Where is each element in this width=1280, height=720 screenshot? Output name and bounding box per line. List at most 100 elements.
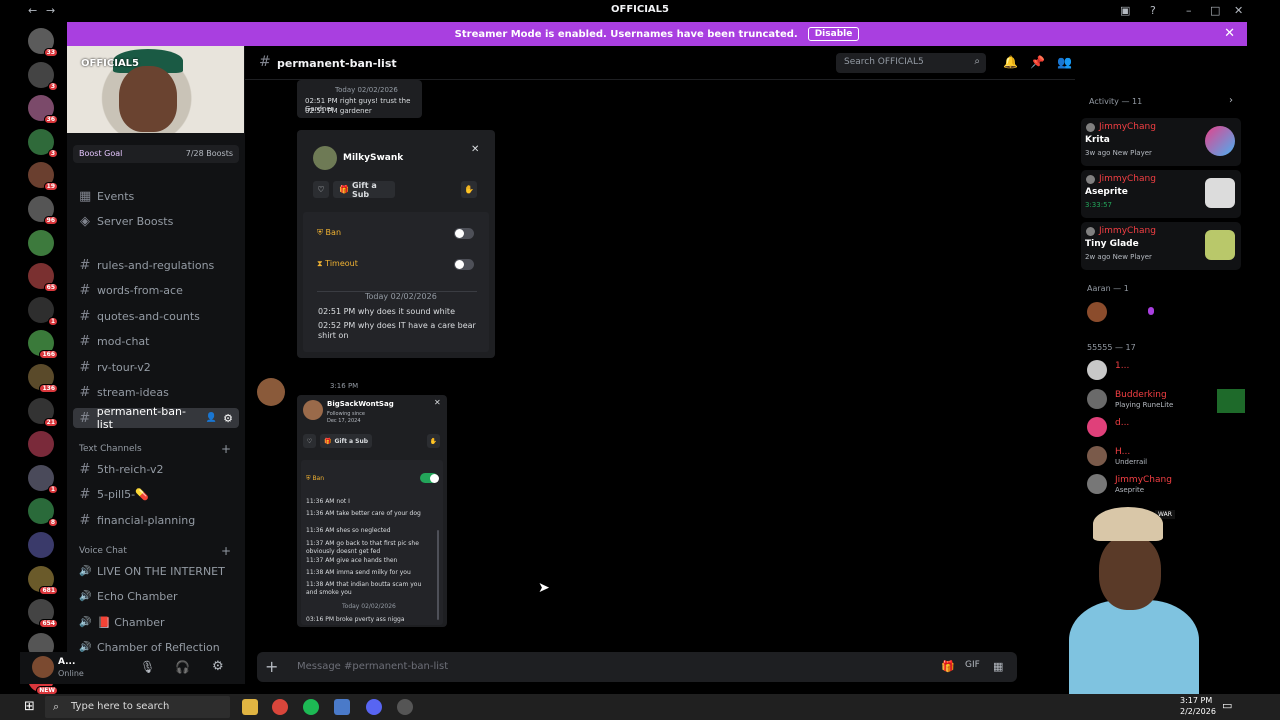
channel-text[interactable]: #5-pill5-💊 (79, 485, 239, 505)
member-row[interactable]: 1... (1087, 360, 1237, 382)
server-name[interactable]: OFFICIAL5 (81, 58, 139, 69)
channel-words-from-ace[interactable]: # words-from-ace (79, 281, 239, 301)
inbox-icon[interactable]: ▣ (1120, 4, 1130, 17)
activity-card[interactable]: JimmyChang Tiny Glade 2w ago New Player (1081, 222, 1241, 270)
category-text-channels[interactable]: Text Channels + (79, 442, 231, 456)
server-icon[interactable]: 166 (28, 330, 58, 360)
headphones-icon[interactable]: 🎧 (175, 660, 190, 674)
server-icon[interactable] (28, 431, 54, 458)
server-icon[interactable]: 1 (28, 464, 58, 494)
member-row[interactable]: Budderking Playing RuneLite (1087, 388, 1245, 413)
gift-sub-button[interactable]: 🎁 Gift a Sub (333, 180, 395, 199)
server-icon[interactable]: 65 (28, 263, 58, 293)
channel-rv-tour-v2[interactable]: # rv-tour-v2 (79, 357, 239, 377)
sidebar-item-events[interactable]: ▦ Events (79, 186, 239, 206)
hand-icon[interactable]: ✋ (461, 181, 477, 198)
maximize-icon[interactable]: □ (1210, 4, 1220, 17)
gif-icon[interactable]: GIF (965, 660, 980, 670)
bell-icon[interactable]: 🔔 (1003, 55, 1018, 69)
disable-button[interactable]: Disable (807, 27, 860, 41)
channel-mod-chat[interactable]: # mod-chat (79, 332, 239, 352)
server-icon[interactable]: 3 (28, 61, 58, 91)
channel-voice[interactable]: 🔊 📕 Chamber (79, 612, 239, 632)
server-icon[interactable]: 654 (28, 599, 58, 629)
gift-icon[interactable]: 🎁 (941, 660, 955, 673)
channel-rules-and-regulations[interactable]: # rules-and-regulations (79, 255, 239, 275)
member-name: H... (1115, 446, 1131, 457)
taskbar-search[interactable]: ⌕ Type here to search (45, 696, 230, 718)
server-icon[interactable]: 136 (28, 364, 58, 393)
spotify-icon[interactable] (303, 699, 319, 715)
message-composer[interactable]: + Message #permanent-ban-list 🎁 GIF ▦ (257, 652, 1017, 682)
channel-stream-ideas[interactable]: # stream-ideas (79, 383, 239, 403)
help-icon[interactable]: ? (1150, 4, 1156, 17)
app-icon[interactable] (334, 699, 350, 715)
minimize-icon[interactable]: – (1186, 4, 1192, 17)
discord-icon[interactable] (366, 699, 382, 715)
activity-game: Tiny Glade (1085, 239, 1139, 249)
boost-goal[interactable]: Boost Goal 7/28 Boosts (73, 145, 239, 163)
close-banner-icon[interactable]: ✕ (1224, 26, 1235, 41)
gear-icon[interactable]: ⚙ (212, 659, 224, 674)
channel-voice[interactable]: 🔊 Echo Chamber (79, 587, 239, 607)
sticker-icon[interactable]: ▦ (993, 660, 1003, 673)
server-icon[interactable]: 3 (28, 128, 58, 158)
close-window-icon[interactable]: ✕ (1234, 4, 1243, 17)
avatar[interactable] (32, 656, 54, 678)
server-banner[interactable]: OFFICIAL5 (67, 46, 244, 133)
gear-icon[interactable]: ⚙ (223, 412, 233, 425)
file-explorer-icon[interactable] (242, 699, 258, 715)
channel-voice[interactable]: 🔊 Chamber of Reflection (79, 638, 239, 652)
obs-icon[interactable] (397, 699, 413, 715)
channel-text[interactable]: # financial-planning (79, 510, 239, 530)
channel-permanent-ban-list[interactable]: # permanent-ban-list 👤 ⚙ (73, 405, 239, 431)
server-icon[interactable]: 1 (28, 296, 58, 326)
microphone-icon[interactable]: 🎙 (140, 660, 155, 674)
notification-icon[interactable]: ▭ (1222, 699, 1232, 712)
activity-card[interactable]: JimmyChang Krita 3w ago New Player (1081, 118, 1241, 166)
channel-quotes-and-counts[interactable]: # quotes-and-counts (79, 306, 239, 326)
scrollbar[interactable] (437, 530, 439, 620)
gift-sub-button[interactable]: 🎁 Gift a Sub (320, 434, 372, 448)
server-icon[interactable]: 681 (28, 565, 58, 595)
server-icon[interactable] (28, 532, 54, 558)
ban-toggle[interactable] (420, 473, 439, 483)
avatar[interactable] (1087, 302, 1107, 322)
member-row[interactable]: H... Underrail (1087, 445, 1237, 468)
server-icon[interactable]: 8 (28, 498, 58, 528)
search-input[interactable]: Search OFFICIAL5 ⌕ (836, 53, 986, 73)
add-member-icon[interactable]: 👤 (206, 413, 217, 423)
message-avatar[interactable] (257, 378, 285, 406)
heart-icon[interactable]: ♡ (303, 434, 316, 448)
member-row[interactable]: d... (1087, 417, 1237, 439)
pin-icon[interactable]: 📌 (1030, 55, 1045, 69)
heart-icon[interactable]: ♡ (313, 181, 329, 198)
chevron-right-icon[interactable]: › (1229, 95, 1233, 106)
plus-icon[interactable]: + (221, 442, 231, 456)
ban-toggle[interactable] (454, 228, 474, 239)
windows-start-icon[interactable]: ⊞ (24, 699, 35, 714)
server-icon[interactable]: 21 (28, 397, 58, 427)
close-icon[interactable]: ✕ (471, 144, 479, 155)
plus-icon[interactable]: + (265, 657, 278, 676)
member-row[interactable]: JimmyChang Aseprite (1087, 474, 1237, 496)
channel-text[interactable]: #5th-reich-v2 (79, 459, 239, 479)
server-icon[interactable]: 33 (28, 28, 58, 57)
server-icon[interactable]: 36 (28, 95, 58, 125)
activity-card[interactable]: JimmyChang Aseprite 3:33:57 (1081, 170, 1241, 218)
chrome-icon[interactable] (272, 699, 288, 715)
sidebar-item-server-boosts[interactable]: ◈ Server Boosts (79, 212, 239, 232)
channel-voice[interactable]: 🔊 LIVE ON THE INTERNET (79, 561, 239, 581)
window-title: OFFICIAL5 (610, 4, 669, 15)
category-voice-chat[interactable]: Voice Chat + (79, 544, 231, 558)
server-icon[interactable]: 96 (28, 196, 58, 225)
timeout-toggle[interactable] (454, 259, 474, 270)
gift-label: Gift a Sub (351, 180, 377, 199)
server-icon[interactable] (28, 229, 54, 256)
close-icon[interactable]: ✕ (434, 398, 441, 407)
members-icon[interactable]: 👥 (1057, 55, 1072, 69)
server-icon[interactable]: 19 (28, 162, 58, 192)
hand-icon[interactable]: ✋ (427, 434, 440, 448)
mouse-cursor-icon: ➤ (538, 580, 550, 596)
plus-icon[interactable]: + (221, 544, 231, 558)
